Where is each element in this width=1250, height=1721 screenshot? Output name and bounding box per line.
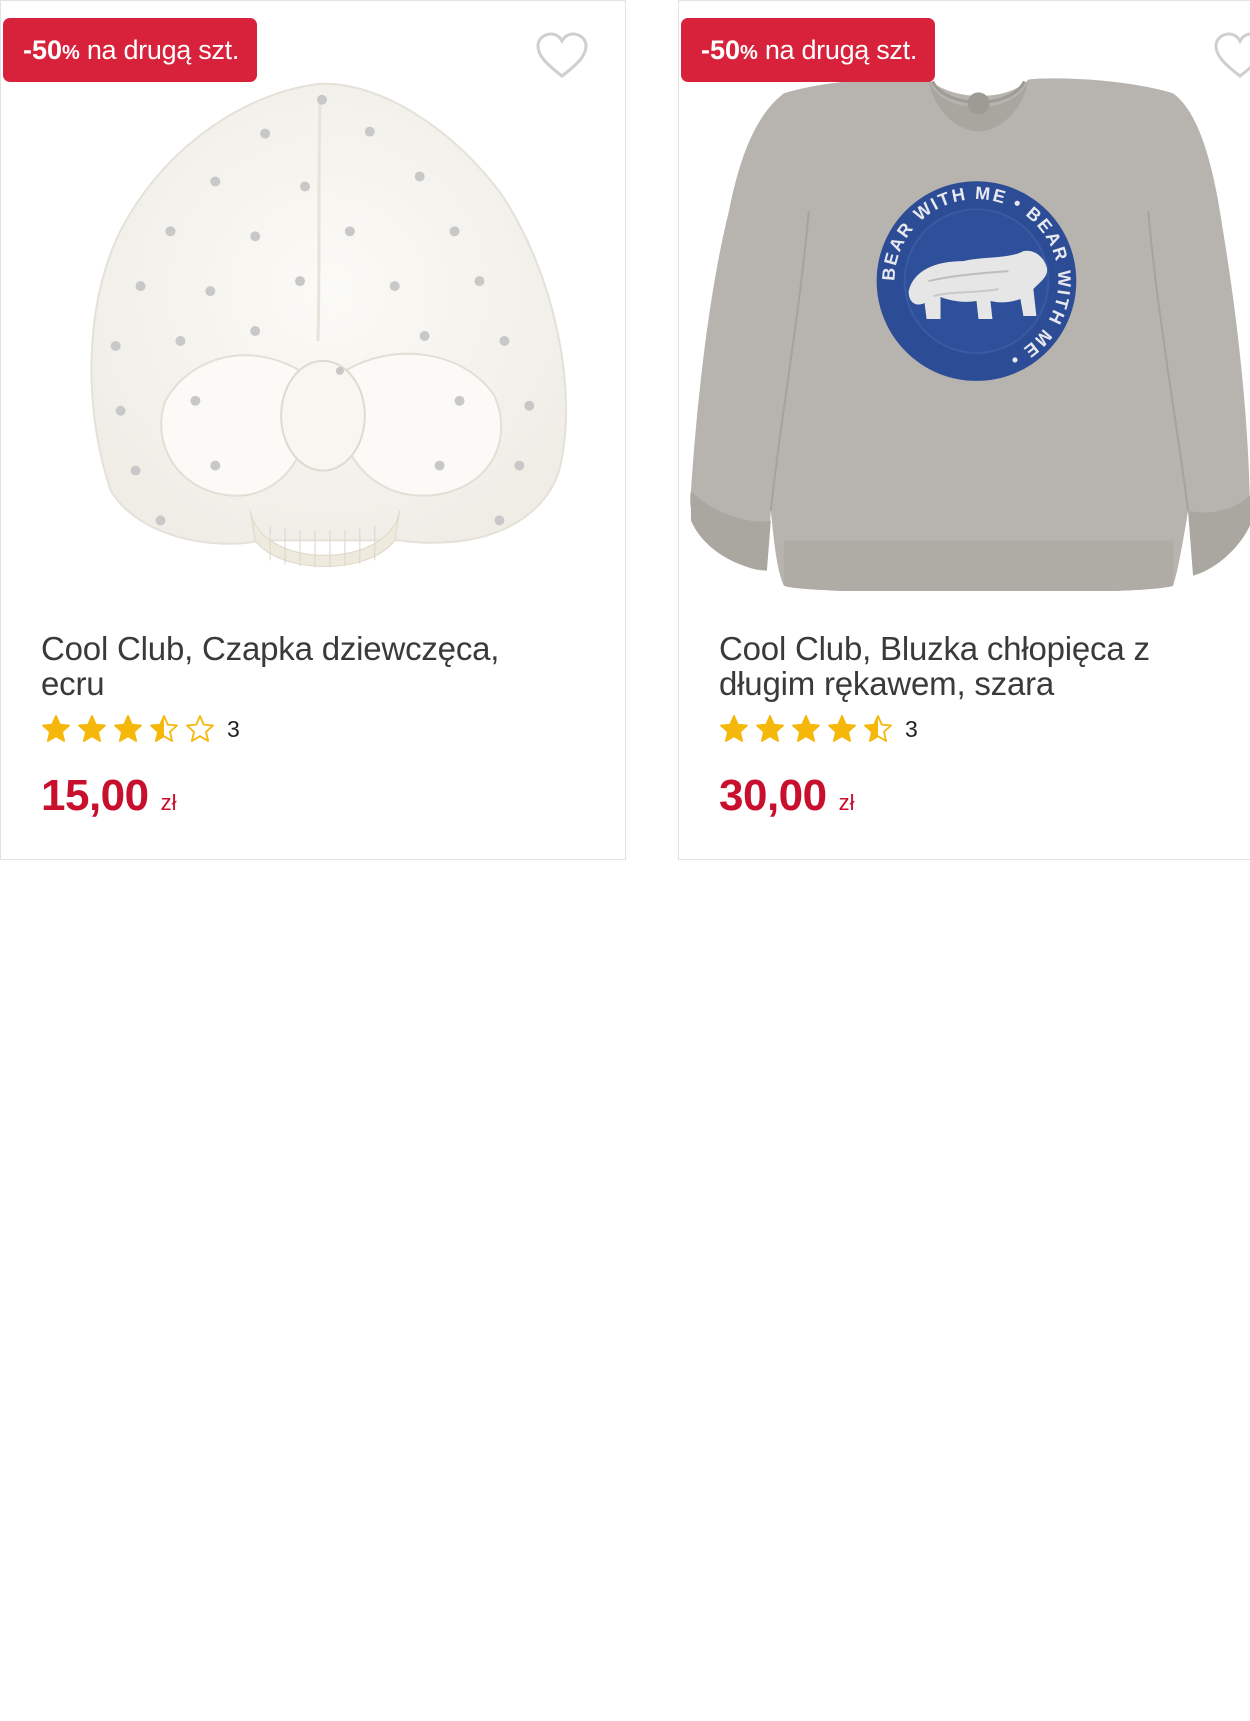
star-filled-icon [42, 715, 70, 742]
promo-text: na drugą szt. [764, 34, 918, 65]
price-currency: zł [160, 790, 177, 815]
product-card[interactable]: -50% na drugą szt. Cool Club, Czapka dzi… [0, 0, 626, 860]
product-rating: 3 [719, 714, 918, 744]
rating-stars [41, 714, 221, 744]
star-filled-icon [828, 715, 856, 742]
product-image[interactable] [1, 71, 625, 591]
price-amount: 30,00 [719, 771, 827, 820]
product-card[interactable]: -50% na drugą szt. BEAR WITH ME • BEAR W… [678, 0, 1250, 860]
product-title[interactable]: Cool Club, Bluzka chłopięca z długim ręk… [719, 631, 1249, 701]
star-filled-icon [756, 715, 784, 742]
rating-count: 3 [905, 715, 918, 742]
product-rating: 3 [41, 714, 240, 744]
rating-count: 3 [227, 715, 240, 742]
promo-badge: -50% na drugą szt. [681, 18, 936, 82]
star-filled-icon [114, 715, 142, 742]
star-filled-icon [792, 715, 820, 742]
promo-text: na drugą szt. [86, 34, 240, 65]
star-filled-icon [720, 715, 748, 742]
heart-outline-icon[interactable] [535, 31, 589, 81]
star-half-icon [864, 715, 892, 742]
product-title[interactable]: Cool Club, Czapka dziewczęca, ecru [41, 631, 571, 701]
star-filled-icon [78, 715, 106, 742]
price-currency: zł [838, 790, 855, 815]
product-price: 15,00 zł [41, 771, 177, 821]
promo-badge: -50% na drugą szt. [3, 18, 258, 82]
rating-stars [719, 714, 899, 744]
product-image[interactable]: BEAR WITH ME • BEAR WITH ME • [679, 71, 1250, 591]
star-half-icon [150, 715, 178, 742]
price-amount: 15,00 [41, 771, 149, 820]
heart-outline-icon[interactable] [1213, 31, 1250, 81]
promo-percent: -50% [701, 34, 758, 65]
promo-percent: -50% [23, 34, 80, 65]
product-price: 30,00 zł [719, 771, 855, 821]
star-empty-icon [186, 715, 214, 742]
